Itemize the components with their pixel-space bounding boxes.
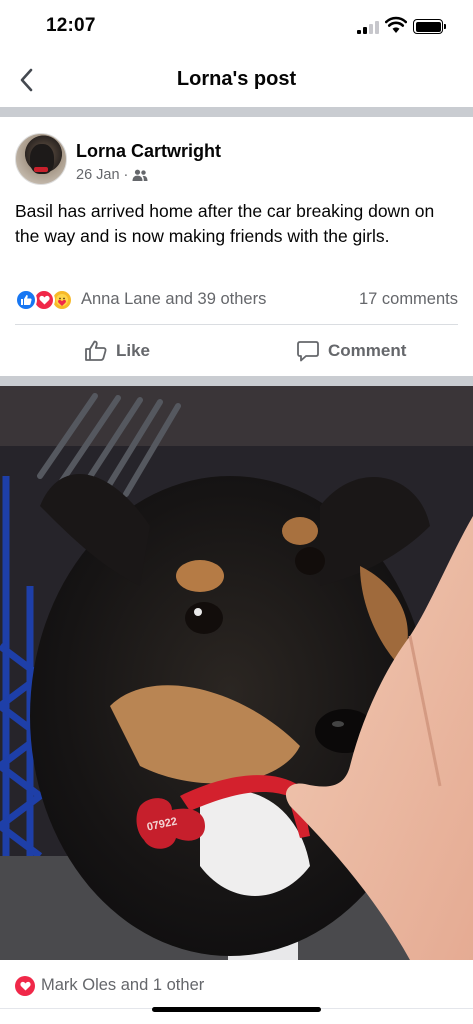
like-label: Like <box>116 341 151 360</box>
comment-button[interactable]: Comment <box>296 326 406 376</box>
divider <box>15 324 458 325</box>
puppy-photo-illustration: 07922 <box>0 386 473 960</box>
comment-count[interactable]: 17 comments <box>359 290 458 309</box>
section-divider <box>0 107 473 117</box>
wifi-icon <box>385 16 407 33</box>
post-date[interactable]: 26 Jan <box>76 167 120 183</box>
post-meta: 26 Jan · <box>76 167 148 183</box>
post-text: Basil has arrived home after the car bre… <box>15 201 435 246</box>
nav-bar: Lorna's post <box>0 54 473 106</box>
post-photo[interactable]: 07922 <box>0 386 473 960</box>
comment-bubble-icon <box>297 341 319 362</box>
battery-icon <box>413 19 446 34</box>
meta-separator: · <box>123 167 129 183</box>
reactor-names[interactable]: Anna Lane and 39 others <box>81 290 266 309</box>
friends-icon <box>132 169 148 181</box>
photo-reactions[interactable]: Mark Oles and 1 other <box>15 974 458 1000</box>
page-title: Lorna's post <box>176 68 297 90</box>
home-indicator[interactable] <box>152 1007 321 1012</box>
photo-reactor-names[interactable]: Mark Oles and 1 other <box>41 976 204 995</box>
action-row: Like Comment <box>0 326 473 376</box>
reactions-summary[interactable]: Anna Lane and 39 others 17 comments <box>15 287 458 313</box>
section-divider <box>0 376 473 386</box>
status-bar: 12:07 <box>0 0 473 54</box>
like-button[interactable]: Like <box>84 326 150 376</box>
reaction-icons <box>15 289 79 311</box>
love-icon <box>15 976 35 996</box>
status-time: 12:07 <box>46 15 96 36</box>
post-header: Lorna Cartwright 26 Jan · <box>15 128 458 188</box>
author-name[interactable]: Lorna Cartwright <box>76 141 221 162</box>
thumbs-up-icon <box>85 340 107 361</box>
cellular-signal-icon <box>357 21 381 34</box>
comment-label: Comment <box>328 341 407 360</box>
author-avatar[interactable] <box>15 133 67 185</box>
like-icon <box>15 289 37 311</box>
